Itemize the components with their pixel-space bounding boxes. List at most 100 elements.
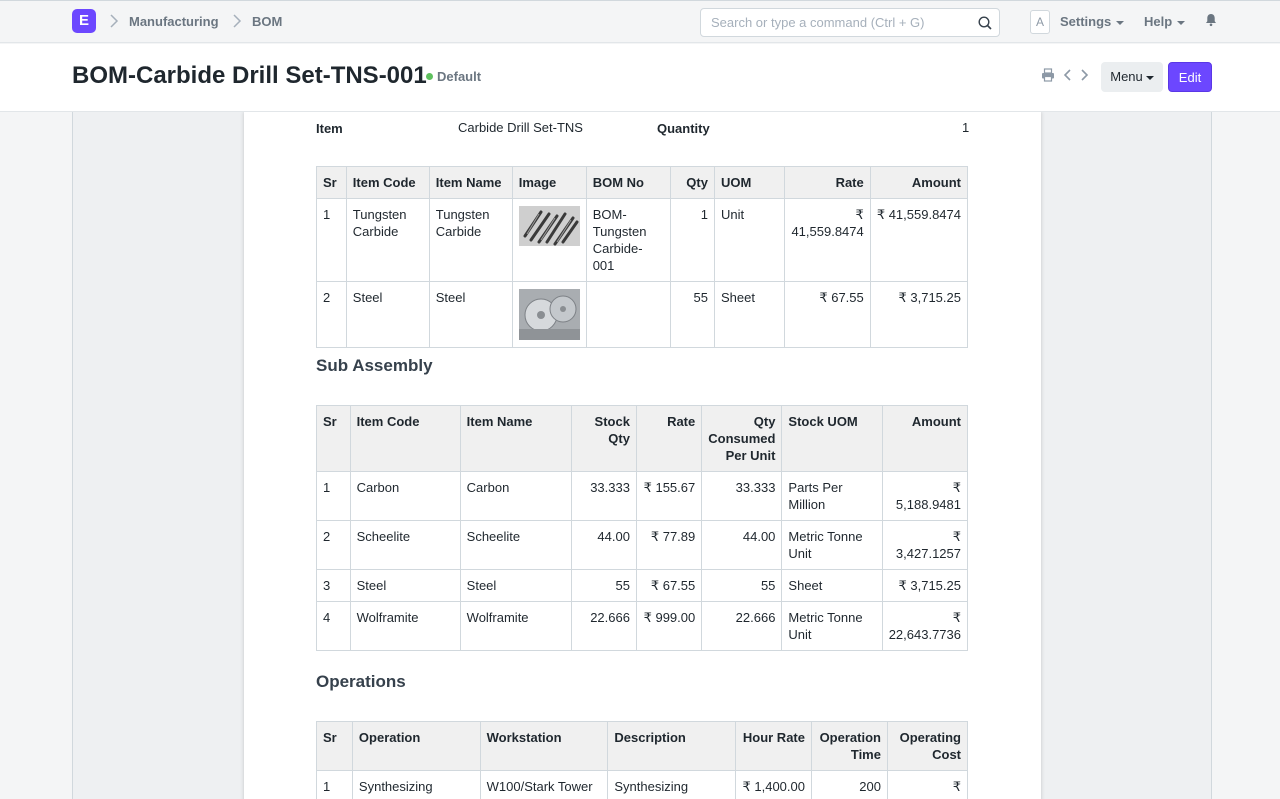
search-icon[interactable]	[977, 15, 993, 31]
caret-down-icon	[1145, 75, 1154, 80]
table-row: 1 Tungsten Carbide Tungsten Carbide BOM-…	[316, 198, 969, 282]
table-row: 3 Steel Steel 55 ₹ 67.55 55 Sheet ₹ 3,71…	[316, 569, 969, 602]
caret-down-icon	[1116, 20, 1125, 25]
menu-label: Menu	[1110, 69, 1143, 84]
tungsten-carbide-image	[518, 206, 580, 246]
menu-button[interactable]: Menu	[1101, 62, 1163, 92]
column-header: Image	[511, 166, 587, 199]
cell-item-name: Tungsten Carbide	[428, 198, 513, 282]
cell-qty-consumed: 33.333	[701, 471, 783, 521]
print-preview[interactable]: Item Carbide Drill Set-TNS Quantity 1 Sr…	[72, 112, 1212, 799]
table-row: 2 Scheelite Scheelite 44.00 ₹ 77.89 44.0…	[316, 520, 969, 570]
column-header: Rate	[784, 166, 871, 199]
column-header: BOM No	[585, 166, 671, 199]
cell-image	[511, 198, 587, 282]
status-label: Default	[437, 69, 482, 84]
quantity-value: 1	[962, 120, 970, 135]
app-logo[interactable]: E	[72, 9, 96, 33]
page-title: BOM-Carbide Drill Set-TNS-001	[72, 62, 427, 89]
cell-stock-uom: Parts Per Million	[781, 471, 883, 521]
help-dropdown[interactable]: Help	[1144, 14, 1186, 29]
table-row: 1 Carbon Carbon 33.333 ₹ 155.67 33.333 P…	[316, 471, 969, 521]
cell-rate: ₹ 77.89	[635, 520, 703, 570]
cell-bom-no	[585, 281, 671, 348]
cell-sr: 2	[316, 281, 347, 348]
cell-rate: ₹ 999.00	[635, 601, 703, 651]
cell-qty: 55	[669, 281, 715, 348]
item-value: Carbide Drill Set-TNS	[458, 120, 583, 135]
cell-item-code: Carbon	[349, 471, 461, 521]
column-header: Operation Time	[810, 721, 888, 771]
sub-assembly-title: Sub Assembly	[316, 356, 433, 375]
table-row: 4 Wolframite Wolframite 22.666 ₹ 999.00 …	[316, 601, 969, 651]
previous-doc-icon[interactable]	[1061, 68, 1075, 82]
cell-workstation: W100/Stark Tower	[479, 770, 609, 799]
cell-sr: 4	[316, 601, 351, 651]
cell-item-code: Tungsten Carbide	[345, 198, 430, 282]
help-label: Help	[1144, 14, 1173, 29]
cell-bom-no[interactable]: BOM-Tungsten Carbide-001	[585, 198, 671, 282]
cell-image	[511, 281, 587, 348]
column-header: Stock Qty	[570, 405, 637, 472]
item-label: Item	[316, 121, 343, 136]
cell-stock-qty: 22.666	[570, 601, 637, 651]
column-header: Operating Cost	[886, 721, 969, 771]
column-header: Qty	[669, 166, 715, 199]
column-header: Operation	[351, 721, 481, 771]
cell-amount: ₹ 5,188.9481	[881, 471, 969, 521]
breadcrumb-manufacturing[interactable]: Manufacturing	[129, 14, 219, 29]
chevron-right-icon	[232, 13, 242, 32]
cell-hour-rate: ₹ 1,400.00	[735, 770, 812, 799]
status-indicator: Default	[426, 69, 481, 84]
settings-label: Settings	[1060, 14, 1112, 29]
cell-item-name: Steel	[459, 569, 572, 602]
column-header: Amount	[869, 166, 969, 199]
cell-sr: 1	[316, 770, 353, 799]
cell-operating-cost: ₹ 4,666.6667	[886, 770, 969, 799]
column-header: Description	[607, 721, 737, 771]
cell-sr: 3	[316, 569, 351, 602]
settings-dropdown[interactable]: Settings	[1060, 14, 1125, 29]
table-row: 2 Steel Steel 55 Sheet ₹ 67.55 ₹ 3,715.2…	[316, 281, 969, 348]
breadcrumb-bom[interactable]: BOM	[252, 14, 282, 29]
cell-amount: ₹ 22,643.7736	[881, 601, 969, 651]
cell-stock-qty: 44.00	[570, 520, 637, 570]
cell-uom: Unit	[713, 198, 786, 282]
column-header: Item Code	[349, 405, 461, 472]
search-input[interactable]	[701, 9, 961, 36]
search-box	[700, 8, 1000, 37]
column-header: UOM	[713, 166, 786, 199]
column-header: Workstation	[479, 721, 609, 771]
print-icon[interactable]	[1041, 68, 1055, 82]
status-dot-icon	[426, 73, 433, 80]
cell-operation-time: 200	[810, 770, 888, 799]
cell-stock-uom: Metric Tonne Unit	[781, 520, 883, 570]
sub-assembly-table: Sr Item Code Item Name Stock Qty Rate Qt…	[316, 405, 969, 651]
column-header: Item Name	[428, 166, 513, 199]
bell-icon[interactable]	[1204, 13, 1218, 27]
items-table: Sr Item Code Item Name Image BOM No Qty …	[316, 166, 969, 348]
cell-amount: ₹ 41,559.8474	[869, 198, 969, 282]
navbar: E Manufacturing BOM A Settings Help	[0, 0, 1280, 43]
quantity-label: Quantity	[657, 121, 710, 136]
cell-item-name: Scheelite	[459, 520, 572, 570]
edit-button[interactable]: Edit	[1168, 62, 1212, 92]
cell-item-name: Carbon	[459, 471, 572, 521]
cell-rate: ₹ 155.67	[635, 471, 703, 521]
next-doc-icon[interactable]	[1077, 68, 1091, 82]
column-header: Sr	[316, 721, 353, 771]
cell-rate: ₹ 67.55	[784, 281, 871, 348]
column-header: Qty Consumed Per Unit	[701, 405, 783, 472]
cell-item-code: Steel	[349, 569, 461, 602]
column-header: Amount	[881, 405, 969, 472]
avatar[interactable]: A	[1030, 10, 1050, 34]
column-header: Stock UOM	[781, 405, 883, 472]
cell-stock-qty: 55	[570, 569, 637, 602]
steel-image	[518, 289, 580, 340]
cell-uom: Sheet	[713, 281, 786, 348]
cell-amount: ₹ 3,715.25	[869, 281, 969, 348]
cell-amount: ₹ 3,715.25	[881, 569, 969, 602]
column-header: Hour Rate	[735, 721, 812, 771]
cell-sr: 1	[316, 198, 347, 282]
cell-stock-uom: Metric Tonne Unit	[781, 601, 883, 651]
